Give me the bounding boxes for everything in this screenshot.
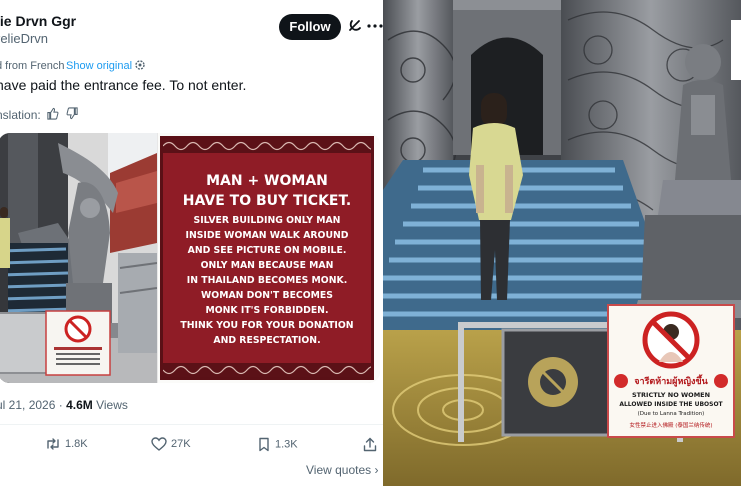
tweet-card: lie Drvn Ggr relieDrvn Follow d from Fre… bbox=[0, 0, 383, 486]
divider bbox=[0, 424, 383, 425]
retweet-icon bbox=[47, 438, 59, 450]
like-count: 27K bbox=[171, 438, 191, 450]
sign-title-line: HAVE TO BUY TICKET. bbox=[182, 193, 352, 209]
sign-english-line2: ALLOWED INSIDE THE UBOSOT bbox=[619, 401, 723, 408]
view-quotes-label: View quotes bbox=[306, 463, 372, 477]
show-original-link[interactable]: Show original bbox=[66, 60, 132, 72]
sign-english-line1: STRICTLY NO WOMEN bbox=[632, 391, 710, 399]
sign-chinese-text: 女性禁止进入佛殿 (泰国兰纳传统) bbox=[629, 421, 712, 429]
retweet-button[interactable]: 1.8K bbox=[45, 437, 88, 455]
sign-body-line: IN THAILAND BECOMES MONK. bbox=[186, 275, 348, 286]
more-options-icon[interactable] bbox=[366, 17, 383, 35]
views-count: 4.6M bbox=[66, 398, 93, 412]
sign-body-line: MONK IT'S FORBIDDEN. bbox=[205, 305, 329, 316]
thumbs-down-icon[interactable] bbox=[66, 107, 79, 120]
bookmark-icon bbox=[259, 437, 269, 452]
retweet-count: 1.8K bbox=[65, 438, 88, 450]
sign-bottom-border bbox=[163, 363, 371, 377]
sign-body-line: ONLY MAN BECAUSE MAN bbox=[200, 260, 334, 271]
heart-icon bbox=[151, 437, 167, 451]
chevron-right-icon: › bbox=[374, 463, 379, 477]
sign-photo[interactable]: MAN + WOMAN HAVE TO BUY TICKET. SILVER B… bbox=[158, 133, 380, 383]
follow-button[interactable]: Follow bbox=[279, 14, 341, 40]
sign-body-line: INSIDE WOMAN WALK AROUND bbox=[185, 230, 349, 241]
views-label: Views bbox=[92, 398, 128, 412]
sign-title-line: MAN + WOMAN bbox=[206, 173, 328, 189]
grok-icon[interactable] bbox=[346, 17, 364, 35]
bookmark-button[interactable]: 1.3K bbox=[257, 437, 298, 455]
sign-body-line: AND RESPECTATION. bbox=[213, 335, 321, 346]
sign-body-line: THINK YOU FOR YOUR DONATION bbox=[180, 320, 354, 331]
tweet-media: MAN + WOMAN HAVE TO BUY TICKET. SILVER B… bbox=[0, 133, 380, 383]
share-button[interactable] bbox=[363, 437, 381, 455]
temple-stairs-photo[interactable]: จารีตห้ามผู้หญิงขึ้น STRICTLY NO WOMEN A… bbox=[383, 0, 741, 486]
like-button[interactable]: 27K bbox=[151, 437, 191, 455]
view-quotes-link[interactable]: View quotes › bbox=[306, 463, 379, 477]
share-icon bbox=[363, 437, 377, 452]
post-date[interactable]: ul 21, 2026 · bbox=[0, 398, 66, 412]
tweet-text: have paid the entrance fee. To not enter… bbox=[0, 77, 247, 93]
sign-top-border bbox=[163, 139, 371, 153]
sign-english-line3: (Due to Lanna Tradition) bbox=[638, 411, 705, 417]
author-name[interactable]: lie Drvn Ggr bbox=[0, 13, 76, 29]
translated-from-label: d from French bbox=[0, 60, 65, 72]
sign-body-line: SILVER BUILDING ONLY MAN bbox=[193, 215, 341, 226]
screenshot-stage: lie Drvn Ggr relieDrvn Follow d from Fre… bbox=[0, 0, 741, 486]
bookmark-count: 1.3K bbox=[275, 438, 298, 451]
gear-icon[interactable] bbox=[134, 59, 146, 71]
sign-body-line: AND SEE PICTURE ON MOBILE. bbox=[187, 245, 347, 256]
thumbs-up-icon[interactable] bbox=[46, 107, 59, 120]
author-handle[interactable]: relieDrvn bbox=[0, 31, 48, 46]
sign-body-line: WOMAN DON'T BECOMES bbox=[201, 290, 333, 301]
temple-photo[interactable] bbox=[0, 133, 157, 383]
ticket-sign: MAN + WOMAN HAVE TO BUY TICKET. SILVER B… bbox=[160, 136, 374, 380]
rate-translation-label: nslation: bbox=[0, 108, 41, 122]
date-views: ul 21, 2026 · 4.6M Views bbox=[0, 398, 128, 412]
